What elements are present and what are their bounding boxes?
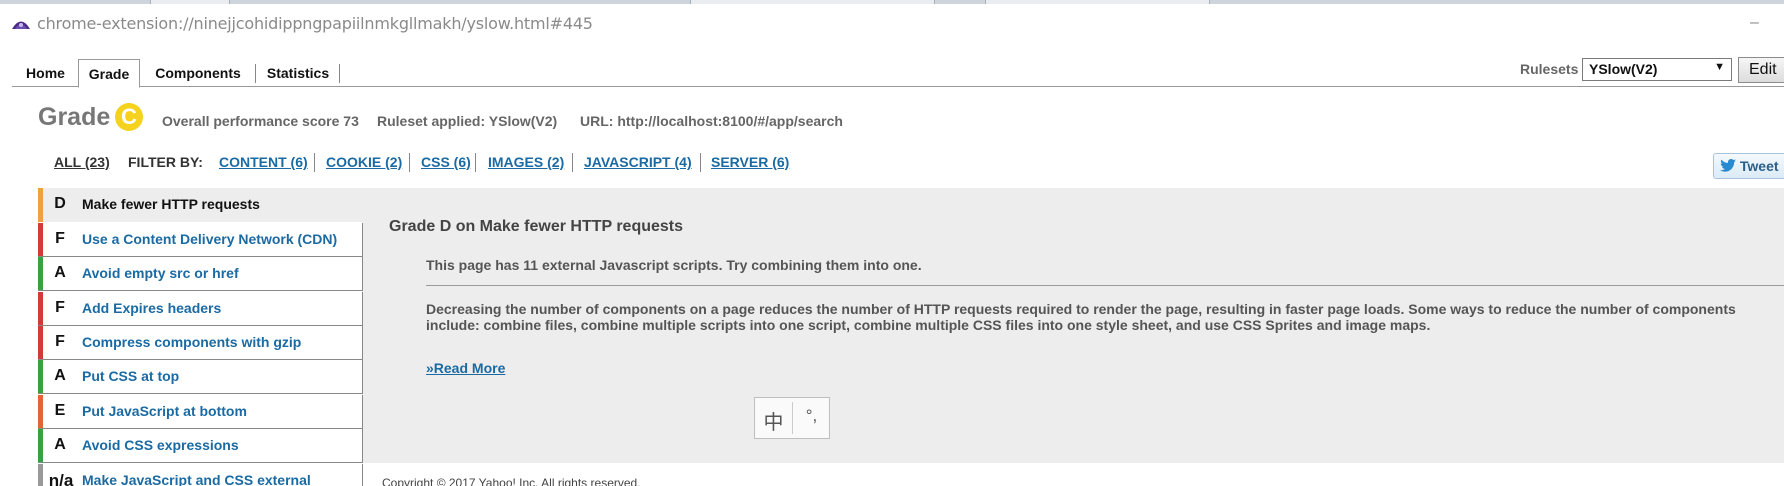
rulesets-selected-value: YSlow(V2): [1589, 61, 1658, 77]
filter-content-link[interactable]: CONTENT (6): [219, 154, 308, 170]
grade-badge: C: [115, 103, 143, 131]
rule-grade: n/a: [48, 471, 74, 486]
rule-item[interactable]: F Add Expires headers: [38, 292, 363, 326]
edit-ruleset-button[interactable]: Edit: [1738, 57, 1784, 83]
grade-color-stripe: [38, 429, 43, 462]
rule-item[interactable]: n/a Make JavaScript and CSS external: [38, 464, 363, 486]
tweet-button[interactable]: Tweet: [1713, 153, 1784, 179]
rule-detail-description: Decreasing the number of components on a…: [426, 301, 1736, 333]
window-url: chrome-extension://ninejjcohidippngpapii…: [37, 14, 593, 33]
grade-color-stripe: [38, 188, 43, 222]
rule-label: Put JavaScript at bottom: [82, 403, 247, 419]
filter-all-link[interactable]: ALL (23): [54, 154, 110, 170]
rule-grade: A: [54, 367, 66, 384]
grade-color-stripe: [38, 257, 43, 290]
rule-label: Compress components with gzip: [82, 334, 302, 350]
rule-detail-title: Grade D on Make fewer HTTP requests: [389, 218, 684, 235]
rule-label: Add Expires headers: [82, 300, 222, 316]
tab-grade[interactable]: Grade: [78, 59, 140, 88]
rule-label: Use a Content Delivery Network (CDN): [82, 231, 338, 247]
rule-item[interactable]: E Put JavaScript at bottom: [38, 395, 363, 429]
grade-color-stripe: [38, 223, 43, 256]
yslow-tab-bar: Home Grade Components Statistics: [12, 59, 1784, 88]
grade-color-stripe: [38, 292, 43, 325]
page-url: URL: http://localhost:8100/#/app/search: [580, 113, 843, 129]
divider: [426, 285, 1784, 286]
twitter-bird-icon: [1720, 159, 1736, 172]
rule-item[interactable]: F Use a Content Delivery Network (CDN): [38, 223, 363, 257]
ruleset-applied: Ruleset applied: YSlow(V2): [377, 113, 558, 129]
rule-label: Put CSS at top: [82, 368, 180, 384]
tab-statistics[interactable]: Statistics: [256, 59, 340, 87]
rule-item[interactable]: F Compress components with gzip: [38, 326, 363, 360]
filter-separator: [314, 153, 315, 172]
filter-separator: [572, 153, 573, 172]
rule-label: Avoid empty src or href: [82, 265, 239, 281]
grade-heading: Grade: [38, 103, 111, 131]
filter-server-link[interactable]: SERVER (6): [711, 154, 789, 170]
rule-grade: A: [54, 436, 66, 453]
rule-item[interactable]: A Avoid CSS expressions: [38, 429, 363, 463]
yslow-icon: [12, 21, 30, 29]
filter-cookie-link[interactable]: COOKIE (2): [326, 154, 402, 170]
rule-label: Make JavaScript and CSS external: [82, 472, 311, 486]
ime-chinese-mode-button[interactable]: 中: [755, 398, 792, 438]
rule-item[interactable]: A Avoid empty src or href: [38, 257, 363, 291]
rule-grade: D: [54, 195, 66, 212]
tab-home[interactable]: Home: [12, 59, 79, 87]
rule-label: Make fewer HTTP requests: [82, 196, 260, 212]
overall-score: Overall performance score 73: [162, 113, 359, 129]
filter-separator: [409, 153, 410, 172]
grade-color-stripe: [38, 326, 43, 359]
filter-separator: [475, 153, 476, 172]
filter-css-link[interactable]: CSS (6): [421, 154, 471, 170]
rule-grade: A: [54, 264, 66, 281]
filter-javascript-link[interactable]: JAVASCRIPT (4): [584, 154, 692, 170]
ime-toolbar: 中 °,: [754, 397, 830, 439]
rule-detail-message: This page has 11 external Javascript scr…: [426, 257, 922, 273]
rule-grade: F: [55, 299, 65, 316]
filter-images-link[interactable]: IMAGES (2): [488, 154, 564, 170]
rulesets-label: Rulesets: [1520, 61, 1579, 77]
read-more-link[interactable]: »Read More: [426, 360, 505, 376]
ime-punctuation-button[interactable]: °,: [793, 398, 830, 438]
grade-color-stripe: [38, 360, 43, 393]
tab-components[interactable]: Components: [140, 59, 256, 87]
dropdown-arrow-icon: ▼: [1714, 61, 1725, 73]
grade-color-stripe: [38, 395, 43, 428]
rulesets-select[interactable]: YSlow(V2) ▼: [1582, 58, 1732, 81]
copyright-footer: Copyright © 2017 Yahoo! Inc. All rights …: [382, 476, 641, 486]
rule-item[interactable]: A Put CSS at top: [38, 360, 363, 394]
rule-grade: F: [55, 333, 65, 350]
filter-by-label: FILTER BY:: [128, 154, 203, 170]
tweet-label: Tweet: [1739, 158, 1779, 174]
grade-color-stripe: [38, 464, 43, 486]
filter-separator: [700, 153, 701, 172]
rule-grade: E: [54, 402, 66, 419]
minimize-button[interactable]: –: [1750, 14, 1759, 32]
title-bar: chrome-extension://ninejjcohidippngpapii…: [0, 4, 1784, 44]
rule-label: Avoid CSS expressions: [82, 437, 239, 453]
rule-grade: F: [55, 230, 65, 247]
rule-item[interactable]: D Make fewer HTTP requests: [38, 188, 364, 222]
